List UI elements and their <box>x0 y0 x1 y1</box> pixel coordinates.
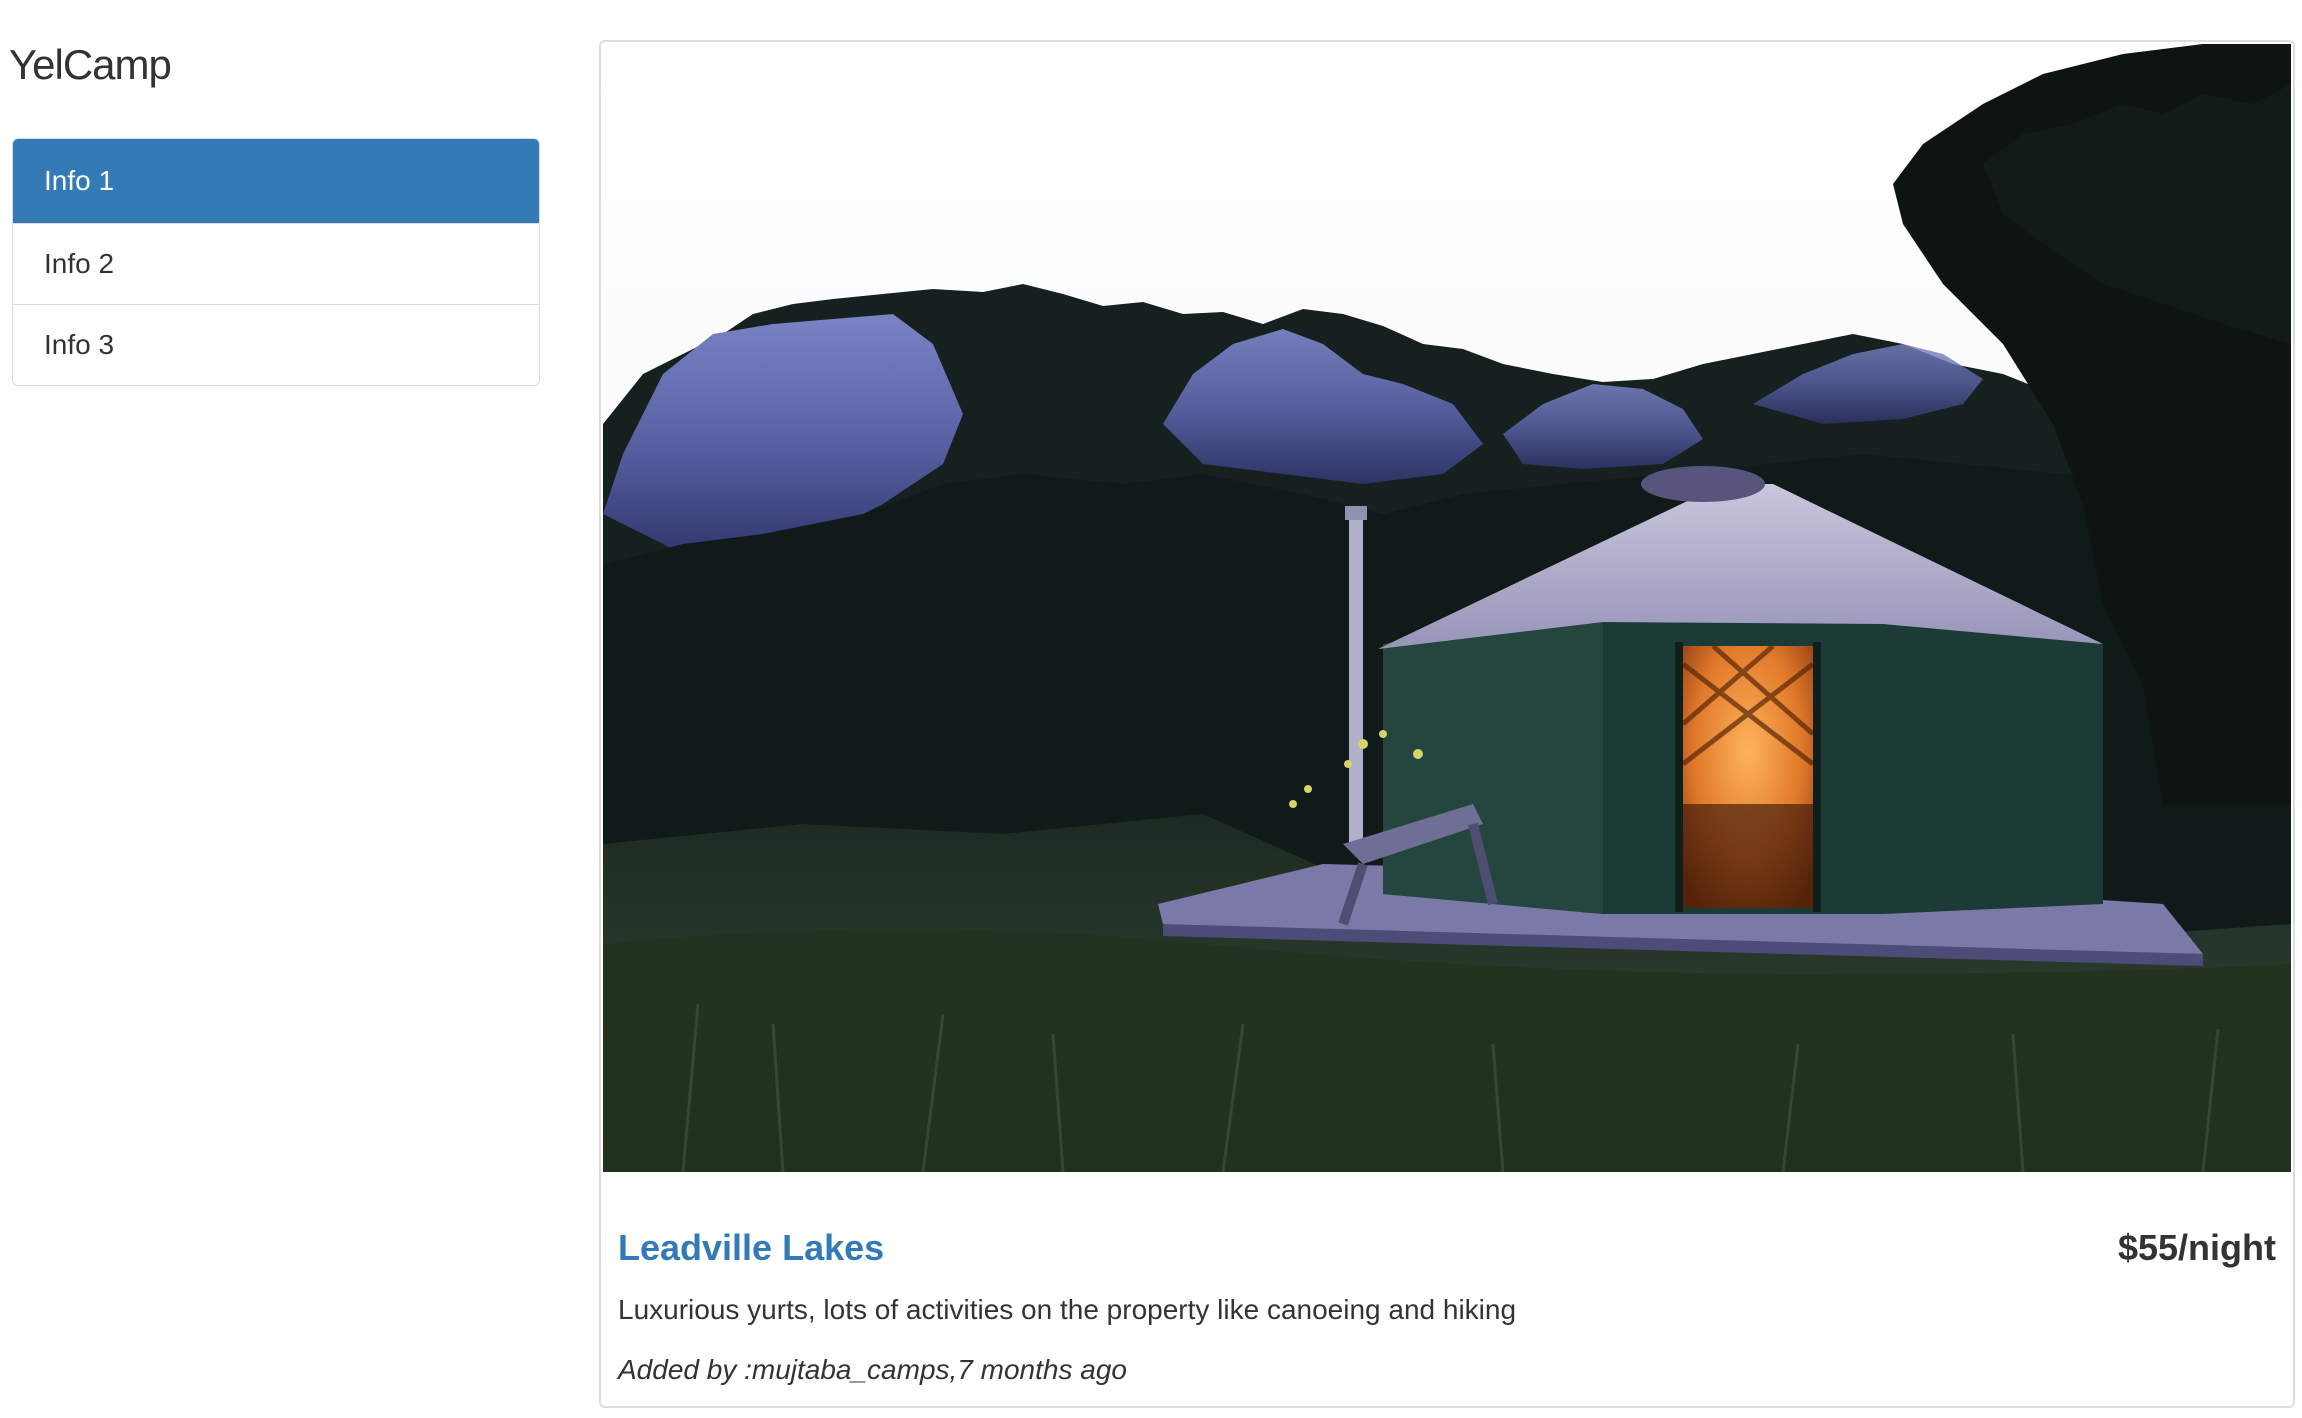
campground-caption: Leadville Lakes $55/night Luxurious yurt… <box>601 1172 2293 1402</box>
brand-title: YelCamp <box>9 41 172 88</box>
sidebar-item-label: Info 3 <box>44 329 115 360</box>
sidebar-item-info-1[interactable]: Info 1 <box>13 139 539 223</box>
page: YelCamp Info 1 Info 2 Info 3 Leadville L… <box>0 0 2302 1418</box>
campground-author: Added by :mujtaba_camps,7 months ago <box>618 1354 1127 1385</box>
sidebar-item-info-3[interactable]: Info 3 <box>13 304 539 385</box>
sidebar-item-info-2[interactable]: Info 2 <box>13 223 539 304</box>
campground-price: $55/night <box>2117 1227 2276 1268</box>
sidebar-list: Info 1 Info 2 Info 3 <box>12 138 540 386</box>
sidebar-item-label: Info 1 <box>44 165 115 196</box>
campground-photo <box>603 44 2291 1172</box>
campground-title-link[interactable]: Leadville Lakes <box>618 1227 884 1269</box>
sidebar-item-label: Info 2 <box>44 248 115 279</box>
campground-card: Leadville Lakes $55/night Luxurious yurt… <box>599 40 2295 1408</box>
campground-description: Luxurious yurts, lots of activities on t… <box>618 1294 1517 1325</box>
